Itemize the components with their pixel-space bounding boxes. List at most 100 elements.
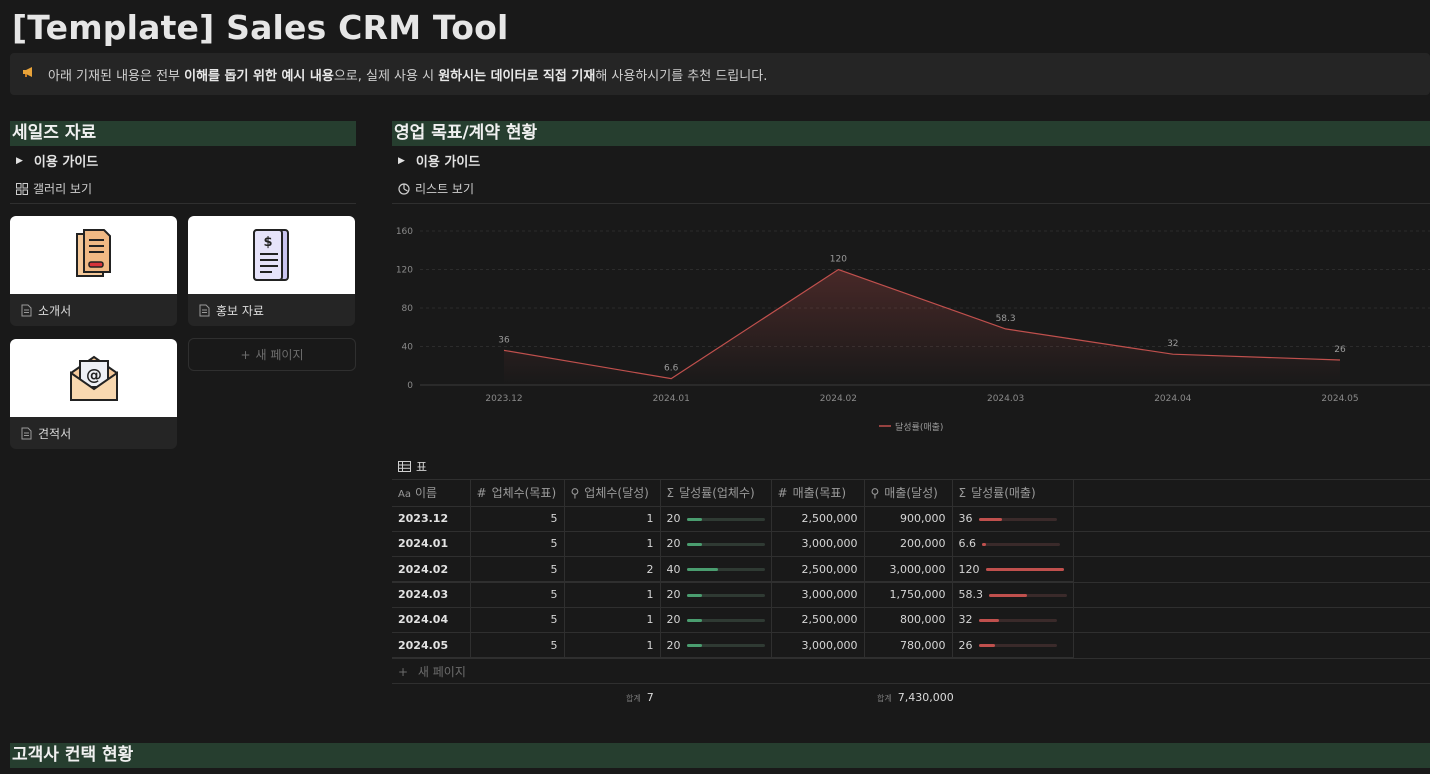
card-caption: 소개서 bbox=[10, 294, 177, 326]
row-name: 2024.01 bbox=[392, 531, 471, 558]
legend-label: 달성률(매출) bbox=[895, 421, 943, 433]
table-row[interactable]: 2024.02 5 2 40 2,500,000 3,000,000 120 bbox=[392, 556, 1074, 583]
cell-target-count: 5 bbox=[470, 632, 565, 659]
cell-achieved-count: 2 bbox=[564, 556, 661, 583]
table-view-tab[interactable]: 표 bbox=[398, 458, 427, 475]
row-name: 2024.03 bbox=[392, 581, 471, 608]
column-header-sales-rate[interactable]: Σ 달성률(매출) bbox=[952, 480, 1074, 507]
page-icon bbox=[21, 304, 32, 316]
x-tick-label: 2024.01 bbox=[653, 394, 690, 404]
progress-bar bbox=[686, 542, 765, 546]
formula-icon: Σ bbox=[958, 486, 967, 501]
new-row-button[interactable]: + 새 페이지 bbox=[398, 663, 466, 680]
table-row[interactable]: 2024.03 5 1 20 3,000,000 1,750,000 58.3 bbox=[392, 581, 1074, 608]
customer-contacts-heading: 고객사 컨택 현황 bbox=[10, 743, 1430, 768]
card-cover: @ bbox=[10, 339, 177, 417]
column-header-target-count[interactable]: # 업체수(목표) bbox=[470, 480, 565, 507]
progress-bar bbox=[978, 517, 1057, 521]
cell-count-rate: 20 bbox=[660, 607, 772, 633]
column-header-name[interactable]: Aa 이름 bbox=[392, 480, 471, 507]
chart-pie-icon bbox=[398, 182, 410, 195]
megaphone-icon bbox=[22, 66, 38, 82]
cell-sales-rate: 36 bbox=[952, 506, 1074, 532]
cell-achieved-count: 1 bbox=[564, 531, 661, 558]
progress-bar bbox=[686, 568, 765, 572]
y-tick-label: 80 bbox=[402, 304, 414, 314]
cell-achieved-count: 1 bbox=[564, 632, 661, 659]
gallery-card-intro[interactable]: 소개서 bbox=[10, 216, 177, 326]
column-header-count-rate[interactable]: Σ 달성률(업체수) bbox=[660, 480, 772, 507]
lookup-icon: ⚲ bbox=[870, 486, 880, 501]
table-row[interactable]: 2024.05 5 1 20 3,000,000 780,000 26 bbox=[392, 632, 1074, 659]
table-row[interactable]: 2024.04 5 1 20 2,500,000 800,000 32 bbox=[392, 607, 1074, 633]
cell-target-sales: 2,500,000 bbox=[771, 506, 865, 532]
progress-bar bbox=[978, 618, 1057, 622]
cell-count-rate: 20 bbox=[660, 632, 772, 659]
callout-text: 아래 기재된 내용은 전부 이해를 돕기 위한 예시 내용으로, 실제 사용 시… bbox=[48, 68, 768, 84]
cell-sales-rate: 120 bbox=[952, 556, 1074, 583]
sum-count: 합계 7 bbox=[626, 691, 654, 704]
data-label: 58.3 bbox=[996, 314, 1016, 324]
progress-fill bbox=[989, 593, 1027, 597]
table-row[interactable]: 2023.12 5 1 20 2,500,000 900,000 36 bbox=[392, 506, 1074, 532]
progress-bar bbox=[978, 644, 1057, 648]
column-header-achieved-count[interactable]: ⚲ 업체수(달성) bbox=[564, 480, 661, 507]
progress-bar bbox=[686, 517, 765, 521]
formula-icon: Σ bbox=[666, 486, 675, 501]
progress-fill bbox=[686, 644, 703, 648]
progress-fill bbox=[686, 568, 718, 572]
guide-toggle-right[interactable]: ▶ 이용 가이드 bbox=[394, 151, 480, 170]
data-label: 6.6 bbox=[664, 364, 679, 374]
card-caption: 홍보 자료 bbox=[188, 294, 355, 326]
page-icon bbox=[199, 304, 210, 316]
table-row[interactable]: 2024.01 5 1 20 3,000,000 200,000 6.6 bbox=[392, 531, 1074, 558]
card-cover bbox=[10, 216, 177, 294]
progress-fill bbox=[686, 593, 703, 597]
table-header-row: Aa 이름 # 업체수(목표) ⚲ 업체수(달성) Σ 달성률(업체수) # 매출(목표)… bbox=[392, 480, 1074, 507]
cell-achieved-sales: 3,000,000 bbox=[864, 556, 953, 583]
column-header-achieved-sales[interactable]: ⚲ 매출(달성) bbox=[864, 480, 953, 507]
progress-fill bbox=[985, 568, 1064, 572]
y-tick-label: 40 bbox=[402, 343, 414, 353]
number-icon: # bbox=[777, 486, 788, 501]
data-label: 32 bbox=[1167, 339, 1178, 349]
cell-target-count: 5 bbox=[470, 581, 565, 608]
gallery-view-tab[interactable]: 갤러리 보기 bbox=[16, 180, 92, 197]
row-name: 2024.04 bbox=[392, 607, 471, 633]
x-tick-label: 2024.05 bbox=[1321, 394, 1358, 404]
notice-callout: 아래 기재된 내용은 전부 이해를 돕기 위한 예시 내용으로, 실제 사용 시… bbox=[10, 53, 1430, 95]
cell-target-sales: 3,000,000 bbox=[771, 531, 865, 558]
progress-bar bbox=[686, 618, 765, 622]
y-tick-label: 120 bbox=[396, 266, 413, 276]
list-view-tab[interactable]: 리스트 보기 bbox=[398, 180, 474, 197]
column-header-target-sales[interactable]: # 매출(목표) bbox=[771, 480, 865, 507]
cell-sales-rate: 26 bbox=[952, 632, 1074, 659]
gallery-card-promo[interactable]: $ 홍보 자료 bbox=[188, 216, 355, 326]
page-title: [Template] Sales CRM Tool bbox=[12, 8, 509, 47]
cell-target-sales: 2,500,000 bbox=[771, 607, 865, 633]
row-name: 2024.05 bbox=[392, 632, 471, 659]
sales-rate-line-chart: 0 40 80 120 160 2023.12 2024.01 2024.02 2024.03 2… bbox=[396, 227, 1430, 433]
data-label: 120 bbox=[830, 255, 847, 265]
cell-achieved-sales: 1,750,000 bbox=[864, 581, 953, 608]
email-envelope-icon: @ bbox=[69, 355, 118, 401]
cell-target-sales: 3,000,000 bbox=[771, 632, 865, 659]
document-folder-icon bbox=[75, 229, 111, 277]
new-page-card-button[interactable]: + 새 페이지 bbox=[188, 338, 356, 371]
gallery-card-quote[interactable]: @ 견적서 bbox=[10, 339, 177, 449]
chart-legend: 달성률(매출) bbox=[879, 421, 943, 433]
row-name: 2023.12 bbox=[392, 506, 471, 532]
series-area bbox=[504, 269, 1340, 385]
cell-target-count: 5 bbox=[470, 607, 565, 633]
guide-toggle-left[interactable]: ▶ 이용 가이드 bbox=[12, 151, 98, 170]
lookup-icon: ⚲ bbox=[570, 486, 580, 501]
sales-goals-heading: 영업 목표/계약 현황 bbox=[392, 121, 1430, 146]
cell-target-count: 5 bbox=[470, 531, 565, 558]
progress-fill bbox=[686, 618, 703, 622]
svg-text:@: @ bbox=[86, 365, 102, 384]
progress-bar bbox=[686, 593, 765, 597]
cell-achieved-sales: 900,000 bbox=[864, 506, 953, 532]
y-tick-label: 160 bbox=[396, 227, 413, 237]
progress-bar bbox=[982, 542, 1060, 546]
page-icon bbox=[21, 427, 32, 439]
